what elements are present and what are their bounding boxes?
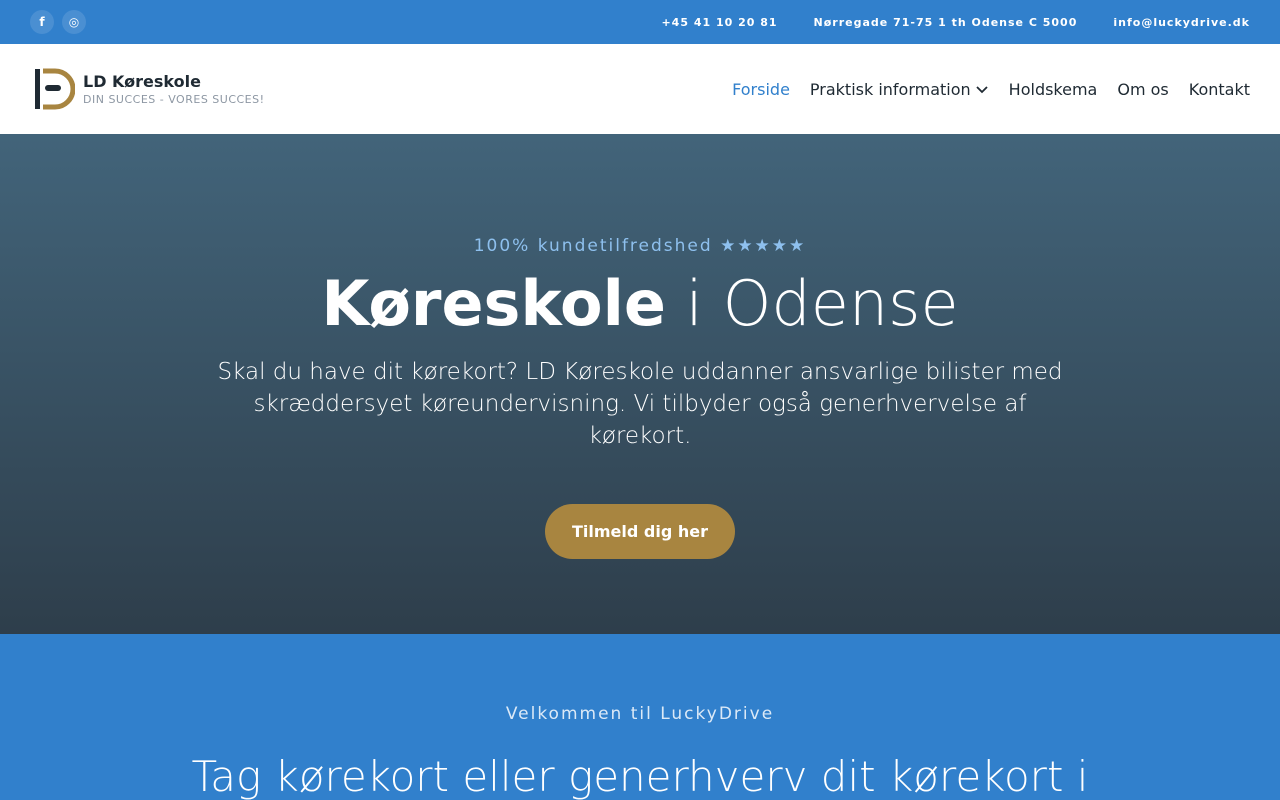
top-bar: f ◎ +45 41 10 20 81 Nørregade 71-75 1 th… [0,0,1280,44]
logo-text: LD Køreskole DIN SUCCES - VORES SUCCES! [83,72,265,106]
nav-item-forside[interactable]: Forside [732,80,790,99]
social-links: f ◎ [30,10,86,34]
hero-section: 100% kundetilfredshed ★★★★★ Køreskole i … [0,134,1280,634]
hero-eyebrow: 100% kundetilfredshed ★★★★★ [473,236,807,256]
facebook-icon[interactable]: f [30,10,54,34]
phone-link[interactable]: +45 41 10 20 81 [661,16,777,29]
signup-button[interactable]: Tilmeld dig her [545,504,735,560]
hero-title-rest: i Odense [665,267,959,340]
email-link[interactable]: info@luckydrive.dk [1113,16,1250,29]
welcome-section: Velkommen til LuckyDrive Tag kørekort el… [0,634,1280,800]
main-nav: Forside Praktisk information Holdskema O… [732,80,1250,99]
welcome-title: Tag kørekort eller generhverv dit køreko… [191,752,1089,800]
contact-info: +45 41 10 20 81 Nørregade 71-75 1 th Ode… [661,16,1250,29]
nav-item-holdskema[interactable]: Holdskema [1009,80,1098,99]
nav-item-label: Praktisk information [809,79,971,99]
nav-item-praktisk-information[interactable]: Praktisk information [810,80,989,99]
logo[interactable]: LD Køreskole DIN SUCCES - VORES SUCCES! [33,67,265,111]
welcome-eyebrow: Velkommen til LuckyDrive [505,704,775,724]
chevron-down-icon [976,86,988,94]
logo-tagline: DIN SUCCES - VORES SUCCES! [83,93,265,106]
nav-item-kontakt[interactable]: Kontakt [1189,80,1250,99]
address-text: Nørregade 71-75 1 th Odense C 5000 [813,15,1078,29]
logo-mark-icon [35,68,75,110]
hero-title-bold: Køreskole [321,267,666,340]
hero-title: Køreskole i Odense [321,267,959,340]
instagram-icon[interactable]: ◎ [62,10,86,34]
site-header: LD Køreskole DIN SUCCES - VORES SUCCES! … [0,44,1280,134]
logo-name: LD Køreskole [83,72,201,91]
nav-item-om-os[interactable]: Om os [1117,80,1168,99]
hero-description: Skal du have dit kørekort? LD Køreskole … [217,359,1063,450]
